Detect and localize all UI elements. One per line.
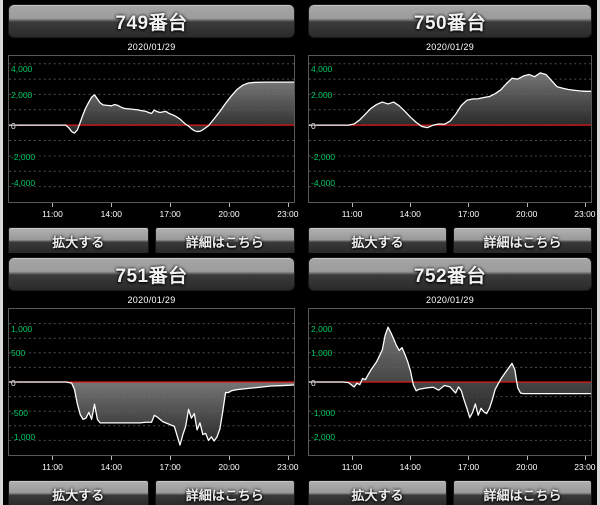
x-axis-label: 20:00 (218, 209, 240, 219)
x-axis-tick (352, 203, 354, 207)
x-axis-label: 23:00 (574, 462, 596, 472)
x-axis-label: 14:00 (100, 209, 122, 219)
x-axis-label: 17:00 (159, 209, 181, 219)
dashboard-root: 749番台 2020/01/29 4,000 2,000 0 -2,000 -4,000… (0, 0, 600, 505)
x-axis-label: 23:00 (277, 209, 299, 219)
x-axis-label: 20:00 (218, 462, 240, 472)
x-axis-label: 20:00 (516, 462, 538, 472)
x-axis-tick (526, 456, 528, 460)
x-axis-tick (468, 203, 470, 207)
panel-button-row: 拡大する 詳細はこちら (308, 478, 592, 505)
zoom-button-label: 拡大する (351, 234, 404, 250)
machine-panel: 751番台 2020/01/29 1,000 500 0 -500 -1,000 11:… (3, 253, 300, 505)
x-axis-tick (287, 456, 289, 460)
x-axis-label: 17:00 (457, 209, 480, 219)
panel-button-row: 拡大する 詳細はこちら (8, 225, 295, 255)
detail-button-label: 詳細はこちら (185, 234, 264, 250)
detail-button-label: 詳細はこちら (185, 487, 264, 503)
x-axis-label: 11:00 (42, 462, 63, 472)
chart-wrapper: 4,000 2,000 0 -2,000 -4,000 11:00 14:00 17:00 2… (308, 55, 596, 225)
x-axis-tick (228, 456, 230, 460)
panel-date: 2020/01/29 (425, 42, 475, 52)
x-axis-label: 17:00 (457, 462, 480, 472)
x-axis-tick (170, 456, 172, 460)
x-axis-label: 23:00 (574, 209, 596, 219)
chart-plot-area[interactable]: 4,000 2,000 0 -2,000 -4,000 (308, 55, 592, 203)
x-axis-tick (352, 456, 354, 460)
x-axis: 11:00 14:00 17:00 20:00 23:00 (8, 456, 299, 478)
panel-title-bar[interactable]: 751番台 (8, 257, 295, 291)
panel-title: 752番台 (413, 265, 487, 287)
chart-canvas (9, 56, 294, 202)
panel-title: 751番台 (115, 265, 188, 287)
chart-plot-area[interactable]: 4,000 2,000 0 -2,000 -4,000 (8, 55, 295, 203)
chart-wrapper: 1,000 500 0 -500 -1,000 11:00 14:00 17:00 20:00… (8, 308, 299, 478)
x-axis-tick (410, 203, 412, 207)
panel-title-bar[interactable]: 752番台 (308, 257, 592, 291)
zoom-button-label: 拡大する (351, 487, 404, 503)
zoom-button[interactable]: 拡大する (8, 480, 149, 505)
x-axis-tick (468, 456, 470, 460)
machine-panel: 752番台 2020/01/29 2,000 1,000 0 -1,000 -2,000… (300, 253, 597, 505)
x-axis-tick (584, 203, 586, 207)
x-axis-label: 23:00 (277, 462, 299, 472)
x-axis-label: 14:00 (100, 462, 122, 472)
panel-button-row: 拡大する 詳細はこちら (308, 225, 592, 255)
x-axis: 11:00 14:00 17:00 20:00 23:00 (308, 456, 596, 478)
panel-button-row: 拡大する 詳細はこちら (8, 478, 295, 505)
chart-canvas (9, 309, 294, 455)
machine-panel: 750番台 2020/01/29 4,000 2,000 0 -2,000 -4,000… (300, 0, 597, 255)
zoom-button-label: 拡大する (52, 234, 105, 250)
panel-date: 2020/01/29 (127, 295, 176, 305)
x-axis-label: 11:00 (341, 462, 363, 472)
detail-button[interactable]: 詳細はこちら (154, 227, 295, 255)
panel-date: 2020/01/29 (127, 42, 176, 52)
detail-button[interactable]: 詳細はこちら (154, 480, 295, 505)
zoom-button[interactable]: 拡大する (308, 227, 447, 255)
panel-title: 750番台 (413, 12, 487, 34)
x-axis-tick (410, 456, 412, 460)
chart-plot-area[interactable]: 1,000 500 0 -500 -1,000 (8, 308, 295, 456)
x-axis-label: 17:00 (159, 462, 181, 472)
detail-button-label: 詳細はこちら (483, 234, 562, 250)
x-axis-label: 11:00 (42, 209, 63, 219)
chart-plot-area[interactable]: 2,000 1,000 0 -1,000 -2,000 (308, 308, 592, 456)
panel-title-bar[interactable]: 750番台 (308, 4, 592, 38)
x-axis-tick (584, 456, 586, 460)
x-axis: 11:00 14:00 17:00 20:00 23:00 (8, 203, 299, 225)
x-axis-tick (526, 203, 528, 207)
x-axis-tick (287, 203, 289, 207)
panel-title-bar[interactable]: 749番台 (8, 4, 295, 38)
x-axis: 11:00 14:00 17:00 20:00 23:00 (308, 203, 596, 225)
chart-wrapper: 4,000 2,000 0 -2,000 -4,000 11:00 14:00 17:00 2… (8, 55, 299, 225)
x-axis-tick (111, 456, 113, 460)
x-axis-tick (111, 203, 113, 207)
chart-canvas (309, 309, 591, 455)
detail-button-label: 詳細はこちら (483, 487, 562, 503)
detail-button[interactable]: 詳細はこちら (453, 480, 592, 505)
zoom-button-label: 拡大する (52, 487, 105, 503)
x-axis-label: 20:00 (516, 209, 538, 219)
x-axis-tick (228, 203, 230, 207)
machine-panel: 749番台 2020/01/29 4,000 2,000 0 -2,000 -4,000… (3, 0, 300, 255)
chart-canvas (309, 56, 591, 202)
x-axis-tick (52, 456, 54, 460)
x-axis-tick (170, 203, 172, 207)
zoom-button[interactable]: 拡大する (308, 480, 447, 505)
x-axis-label: 11:00 (341, 209, 363, 219)
zoom-button[interactable]: 拡大する (8, 227, 149, 255)
x-axis-tick (52, 203, 54, 207)
chart-wrapper: 2,000 1,000 0 -1,000 -2,000 11:00 14:00 17:00 2… (308, 308, 596, 478)
x-axis-label: 14:00 (399, 462, 421, 472)
panel-title: 749番台 (115, 12, 188, 34)
panel-date: 2020/01/29 (425, 295, 475, 305)
detail-button[interactable]: 詳細はこちら (453, 227, 592, 255)
x-axis-label: 14:00 (399, 209, 421, 219)
